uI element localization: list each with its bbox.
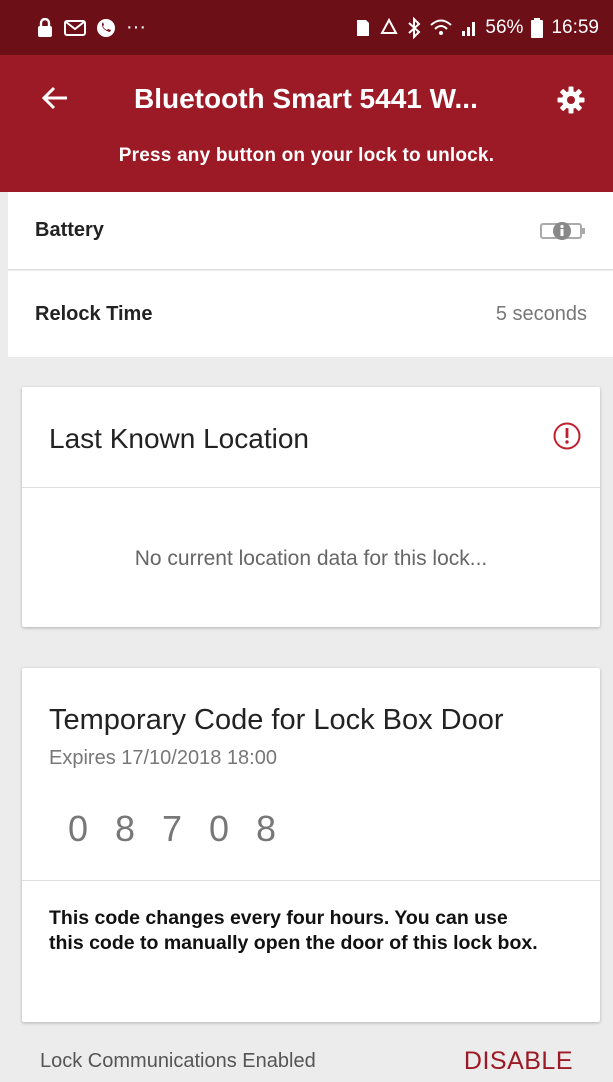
bluetooth-icon [408, 16, 421, 39]
last-known-location-card: Last Known Location No current location … [22, 387, 600, 627]
back-arrow-icon[interactable] [40, 83, 70, 113]
relock-time-value: 5 seconds [495, 302, 587, 325]
location-message: No current location data for this lock..… [134, 547, 488, 570]
battery-label: Battery [35, 219, 104, 241]
disable-button[interactable]: DISABLE [464, 1047, 573, 1076]
more-notifications: ··· [126, 16, 146, 38]
divider [22, 880, 600, 881]
alert-icon[interactable] [552, 421, 582, 451]
status-left-icons: ··· [36, 16, 146, 39]
battery-row[interactable]: Battery [8, 192, 613, 270]
lock-comms-status: Lock Communications Enabled [40, 1049, 316, 1072]
sim-icon [357, 19, 370, 36]
temporary-code-card: Temporary Code for Lock Box Door Expires… [22, 668, 600, 1022]
recycle-icon [380, 17, 399, 34]
code-digit: 8 [115, 808, 136, 849]
battery-status-icon [531, 17, 544, 38]
signal-icon [462, 21, 476, 36]
battery-percent: 56% [485, 16, 524, 38]
unlock-instruction: Press any button on your lock to unlock. [118, 145, 495, 166]
wifi-icon [430, 19, 453, 35]
app-bar: Bluetooth Smart 5441 W... Press any butt… [0, 55, 613, 192]
location-card-title: Last Known Location [49, 423, 309, 454]
code-card-title: Temporary Code for Lock Box Door [49, 704, 504, 736]
clock: 16:59 [551, 16, 599, 38]
lock-icon [38, 17, 52, 37]
code-digits: 0 8 7 0 8 [68, 808, 303, 850]
status-bar: ··· 56% 16:59 [0, 0, 613, 55]
relock-time-row[interactable]: Relock Time 5 seconds [8, 271, 613, 357]
code-expiry: Expires 17/10/2018 18:00 [49, 747, 277, 769]
relock-time-label: Relock Time [35, 302, 153, 325]
settings-gear-icon[interactable] [556, 85, 586, 115]
battery-info-icon [540, 221, 585, 240]
code-digit: 8 [256, 808, 277, 849]
footer-bar: Lock Communications Enabled DISABLE [0, 1040, 613, 1082]
location-card-header: Last Known Location [22, 387, 600, 488]
code-digit: 0 [68, 808, 89, 849]
page-title: Bluetooth Smart 5441 W... [134, 83, 478, 114]
code-note: This code changes every four hours. You … [49, 907, 538, 954]
mail-icon [64, 19, 86, 36]
code-digit: 0 [209, 808, 230, 849]
phone-icon [97, 18, 115, 37]
code-digit: 7 [162, 808, 183, 849]
status-right-icons: 56% 16:59 [355, 16, 599, 39]
